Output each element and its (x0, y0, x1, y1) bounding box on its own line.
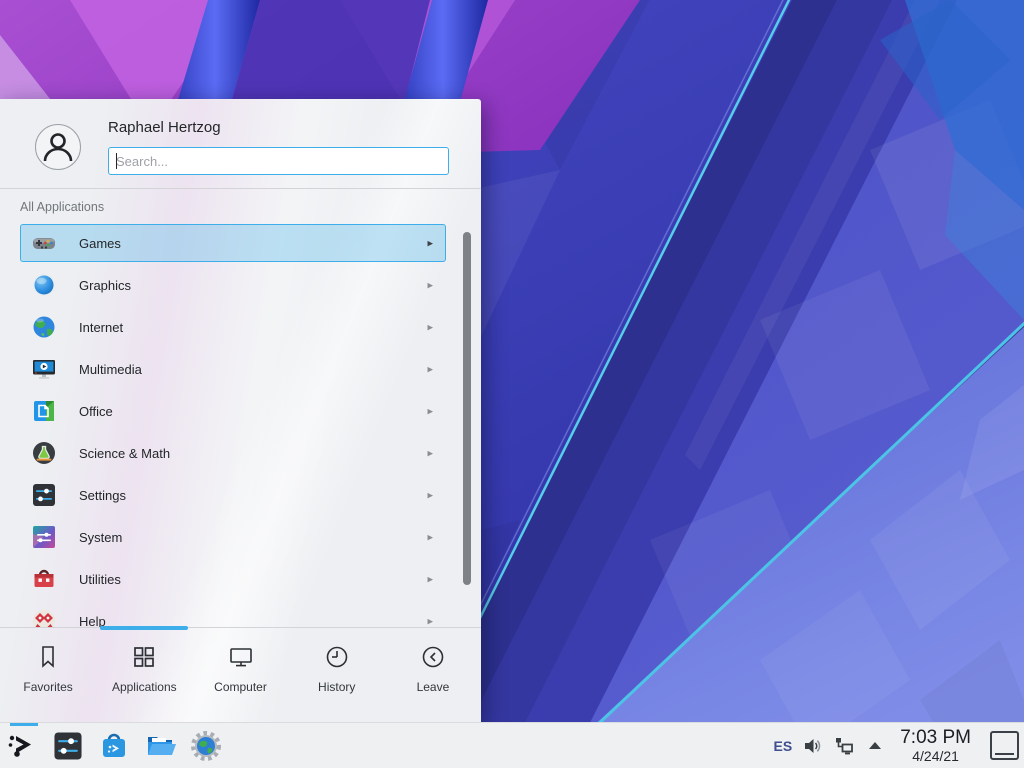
launcher-header: Raphael Hertzog (0, 99, 481, 189)
internet-icon (31, 314, 57, 340)
menu-category-row-system[interactable]: System (20, 518, 446, 556)
tabs: Favorites Applications Computer History … (0, 628, 481, 723)
category-list: Games Graphics Internet Multimedia O (20, 224, 446, 627)
office-icon (31, 398, 57, 424)
active-task-indicator (10, 723, 38, 726)
desktop: Raphael Hertzog All Applications Games G… (0, 0, 1024, 768)
user-name: Raphael Hertzog (108, 119, 221, 136)
applications-icon (130, 643, 158, 671)
menu-category-row-internet[interactable]: Internet (20, 308, 446, 346)
menu-category-row-graphics[interactable]: Graphics (20, 266, 446, 304)
submenu-arrow-icon (427, 615, 433, 628)
clock-date: 4/24/21 (912, 749, 959, 763)
menu-category-row-settings[interactable]: Settings (20, 476, 446, 514)
utilities-icon (31, 566, 57, 592)
keyboard-layout-indicator[interactable]: ES (774, 738, 793, 754)
help-icon (31, 608, 57, 627)
text-cursor (116, 153, 117, 169)
favorites-icon (34, 643, 62, 671)
file-manager-icon[interactable] (144, 730, 176, 762)
system-settings-icon[interactable] (52, 730, 84, 762)
settings-icon (31, 482, 57, 508)
tray-icons (803, 736, 885, 756)
tab-history[interactable]: History (289, 628, 385, 723)
submenu-arrow-icon (427, 573, 433, 586)
network-icon[interactable] (834, 736, 854, 756)
science-icon (31, 440, 57, 466)
tab-leave[interactable]: Leave (385, 628, 481, 723)
submenu-arrow-icon (427, 363, 433, 376)
volume-icon[interactable] (803, 736, 823, 756)
section-label: All Applications (20, 200, 104, 214)
submenu-arrow-icon (427, 489, 433, 502)
menu-category-row-multimedia[interactable]: Multimedia (20, 350, 446, 388)
graphics-icon (31, 272, 57, 298)
system-tray: ES 7:03 PM 4/24/21 (774, 728, 1024, 763)
submenu-arrow-icon (427, 405, 433, 418)
taskbar-panel: ES 7:03 PM 4/24/21 (0, 722, 1024, 768)
multimedia-icon (31, 356, 57, 382)
application-launcher-menu: Raphael Hertzog All Applications Games G… (0, 99, 481, 722)
menu-scrollbar[interactable] (463, 232, 471, 585)
kali-menu-icon[interactable] (6, 730, 38, 762)
digital-clock[interactable]: 7:03 PM 4/24/21 (900, 728, 971, 763)
discover-icon[interactable] (98, 730, 130, 762)
leave-icon (419, 643, 447, 671)
system-icon (31, 524, 57, 550)
computer-icon (227, 643, 255, 671)
menu-category-row-games[interactable]: Games (20, 224, 446, 262)
history-icon (323, 643, 351, 671)
menu-category-row-office[interactable]: Office (20, 392, 446, 430)
tab-applications[interactable]: Applications (96, 628, 192, 723)
submenu-arrow-icon (427, 321, 433, 334)
tab-computer[interactable]: Computer (192, 628, 288, 723)
clock-time: 7:03 PM (900, 728, 971, 747)
submenu-arrow-icon (427, 447, 433, 460)
search-field-wrap (108, 147, 449, 175)
submenu-arrow-icon (427, 237, 433, 250)
launcher-tabbar: Favorites Applications Computer History … (0, 627, 481, 723)
user-avatar[interactable] (34, 123, 82, 171)
submenu-arrow-icon (427, 531, 433, 544)
menu-category-row-utilities[interactable]: Utilities (20, 560, 446, 598)
active-tab-indicator (100, 626, 188, 630)
menu-category-row-science-math[interactable]: Science & Math (20, 434, 446, 472)
search-input[interactable] (108, 147, 449, 175)
web-browser-icon[interactable] (190, 730, 222, 762)
submenu-arrow-icon (427, 279, 433, 292)
task-launchers (0, 730, 222, 762)
menu-category-row-help[interactable]: Help (20, 602, 446, 627)
tab-favorites[interactable]: Favorites (0, 628, 96, 723)
show-desktop-button[interactable] (990, 731, 1019, 760)
games-icon (31, 230, 57, 256)
expand-tray-icon[interactable] (865, 736, 885, 756)
